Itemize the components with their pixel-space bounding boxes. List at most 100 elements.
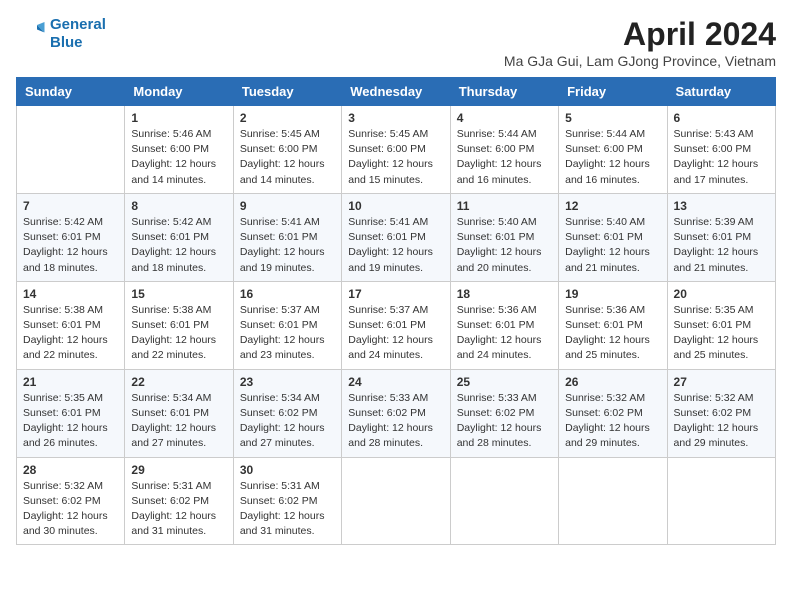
calendar-cell: 2 Sunrise: 5:45 AM Sunset: 6:00 PM Daylig…: [233, 106, 341, 194]
calendar-week-row: 7 Sunrise: 5:42 AM Sunset: 6:01 PM Daylig…: [17, 193, 776, 281]
day-number: 28: [23, 463, 118, 477]
calendar-body: 1 Sunrise: 5:46 AM Sunset: 6:00 PM Daylig…: [17, 106, 776, 545]
day-header-sunday: Sunday: [17, 78, 125, 106]
day-info: Sunrise: 5:32 AM Sunset: 6:02 PM Dayligh…: [674, 391, 769, 452]
day-number: 26: [565, 375, 660, 389]
day-info: Sunrise: 5:39 AM Sunset: 6:01 PM Dayligh…: [674, 215, 769, 276]
day-info: Sunrise: 5:35 AM Sunset: 6:01 PM Dayligh…: [674, 303, 769, 364]
day-header-friday: Friday: [559, 78, 667, 106]
calendar-cell: 22Sunrise: 5:34 AM Sunset: 6:01 PM Dayli…: [125, 369, 233, 457]
day-number: 13: [674, 199, 769, 213]
logo-icon: [16, 19, 46, 49]
day-header-monday: Monday: [125, 78, 233, 106]
day-number: 17: [348, 287, 443, 301]
calendar-week-row: 28 Sunrise: 5:32 AM Sunset: 6:02 PM Dayli…: [17, 457, 776, 545]
day-info: Sunrise: 5:34 AM Sunset: 6:02 PM Dayligh…: [240, 391, 335, 452]
day-number: 21: [23, 375, 118, 389]
day-info: Sunrise: 5:44 AM Sunset: 6:00 PM Dayligh…: [457, 127, 552, 188]
calendar-cell: 30Sunrise: 5:31 AM Sunset: 6:02 PM Dayli…: [233, 457, 341, 545]
day-header-thursday: Thursday: [450, 78, 558, 106]
day-info: Sunrise: 5:37 AM Sunset: 6:01 PM Dayligh…: [240, 303, 335, 364]
day-number: 16: [240, 287, 335, 301]
month-title: April 2024: [504, 16, 776, 53]
calendar-cell: [342, 457, 450, 545]
day-info: Sunrise: 5:33 AM Sunset: 6:02 PM Dayligh…: [457, 391, 552, 452]
logo: General Blue: [16, 16, 106, 52]
calendar-week-row: 1 Sunrise: 5:46 AM Sunset: 6:00 PM Daylig…: [17, 106, 776, 194]
calendar-cell: 26 Sunrise: 5:32 AM Sunset: 6:02 PM Dayli…: [559, 369, 667, 457]
calendar-cell: 18 Sunrise: 5:36 AM Sunset: 6:01 PM Dayli…: [450, 281, 558, 369]
calendar-cell: [450, 457, 558, 545]
day-info: Sunrise: 5:33 AM Sunset: 6:02 PM Dayligh…: [348, 391, 443, 452]
day-info: Sunrise: 5:37 AM Sunset: 6:01 PM Dayligh…: [348, 303, 443, 364]
calendar-cell: 12 Sunrise: 5:40 AM Sunset: 6:01 PM Dayli…: [559, 193, 667, 281]
calendar-cell: 11Sunrise: 5:40 AM Sunset: 6:01 PM Dayli…: [450, 193, 558, 281]
day-header-wednesday: Wednesday: [342, 78, 450, 106]
day-number: 6: [674, 111, 769, 125]
calendar-cell: 4Sunrise: 5:44 AM Sunset: 6:00 PM Daylig…: [450, 106, 558, 194]
calendar-cell: 3Sunrise: 5:45 AM Sunset: 6:00 PM Daylig…: [342, 106, 450, 194]
calendar-cell: 16 Sunrise: 5:37 AM Sunset: 6:01 PM Dayli…: [233, 281, 341, 369]
day-number: 12: [565, 199, 660, 213]
calendar-week-row: 21Sunrise: 5:35 AM Sunset: 6:01 PM Dayli…: [17, 369, 776, 457]
day-number: 20: [674, 287, 769, 301]
calendar-cell: 15Sunrise: 5:38 AM Sunset: 6:01 PM Dayli…: [125, 281, 233, 369]
day-info: Sunrise: 5:38 AM Sunset: 6:01 PM Dayligh…: [131, 303, 226, 364]
day-number: 1: [131, 111, 226, 125]
day-number: 24: [348, 375, 443, 389]
day-number: 23: [240, 375, 335, 389]
day-info: Sunrise: 5:45 AM Sunset: 6:00 PM Dayligh…: [240, 127, 335, 188]
day-info: Sunrise: 5:36 AM Sunset: 6:01 PM Dayligh…: [457, 303, 552, 364]
day-info: Sunrise: 5:34 AM Sunset: 6:01 PM Dayligh…: [131, 391, 226, 452]
day-number: 7: [23, 199, 118, 213]
calendar-cell: 17 Sunrise: 5:37 AM Sunset: 6:01 PM Dayli…: [342, 281, 450, 369]
day-header-tuesday: Tuesday: [233, 78, 341, 106]
calendar-cell: 6 Sunrise: 5:43 AM Sunset: 6:00 PM Daylig…: [667, 106, 775, 194]
calendar-week-row: 14 Sunrise: 5:38 AM Sunset: 6:01 PM Dayli…: [17, 281, 776, 369]
calendar-header-row: SundayMondayTuesdayWednesdayThursdayFrid…: [17, 78, 776, 106]
calendar-cell: 13 Sunrise: 5:39 AM Sunset: 6:01 PM Dayli…: [667, 193, 775, 281]
day-info: Sunrise: 5:46 AM Sunset: 6:00 PM Dayligh…: [131, 127, 226, 188]
day-info: Sunrise: 5:43 AM Sunset: 6:00 PM Dayligh…: [674, 127, 769, 188]
day-info: Sunrise: 5:41 AM Sunset: 6:01 PM Dayligh…: [348, 215, 443, 276]
page-header: General Blue April 2024 Ma GJa Gui, Lam …: [16, 16, 776, 69]
day-info: Sunrise: 5:45 AM Sunset: 6:00 PM Dayligh…: [348, 127, 443, 188]
day-number: 29: [131, 463, 226, 477]
calendar-cell: 29Sunrise: 5:31 AM Sunset: 6:02 PM Dayli…: [125, 457, 233, 545]
day-info: Sunrise: 5:36 AM Sunset: 6:01 PM Dayligh…: [565, 303, 660, 364]
day-number: 18: [457, 287, 552, 301]
day-number: 25: [457, 375, 552, 389]
calendar-cell: 5Sunrise: 5:44 AM Sunset: 6:00 PM Daylig…: [559, 106, 667, 194]
day-info: Sunrise: 5:42 AM Sunset: 6:01 PM Dayligh…: [131, 215, 226, 276]
calendar-cell: 20 Sunrise: 5:35 AM Sunset: 6:01 PM Dayli…: [667, 281, 775, 369]
calendar-cell: [667, 457, 775, 545]
logo-text: General Blue: [50, 16, 106, 52]
title-block: April 2024 Ma GJa Gui, Lam GJong Provinc…: [504, 16, 776, 69]
calendar-cell: 8 Sunrise: 5:42 AM Sunset: 6:01 PM Daylig…: [125, 193, 233, 281]
calendar-cell: 23 Sunrise: 5:34 AM Sunset: 6:02 PM Dayli…: [233, 369, 341, 457]
day-number: 9: [240, 199, 335, 213]
calendar-cell: [17, 106, 125, 194]
calendar-cell: 25 Sunrise: 5:33 AM Sunset: 6:02 PM Dayli…: [450, 369, 558, 457]
day-number: 14: [23, 287, 118, 301]
day-info: Sunrise: 5:38 AM Sunset: 6:01 PM Dayligh…: [23, 303, 118, 364]
calendar-cell: 21Sunrise: 5:35 AM Sunset: 6:01 PM Dayli…: [17, 369, 125, 457]
day-number: 27: [674, 375, 769, 389]
day-info: Sunrise: 5:40 AM Sunset: 6:01 PM Dayligh…: [565, 215, 660, 276]
day-number: 2: [240, 111, 335, 125]
calendar-cell: 27 Sunrise: 5:32 AM Sunset: 6:02 PM Dayli…: [667, 369, 775, 457]
day-info: Sunrise: 5:32 AM Sunset: 6:02 PM Dayligh…: [23, 479, 118, 540]
calendar-cell: 7Sunrise: 5:42 AM Sunset: 6:01 PM Daylig…: [17, 193, 125, 281]
calendar-cell: 9Sunrise: 5:41 AM Sunset: 6:01 PM Daylig…: [233, 193, 341, 281]
calendar-cell: 19Sunrise: 5:36 AM Sunset: 6:01 PM Dayli…: [559, 281, 667, 369]
day-number: 8: [131, 199, 226, 213]
location-title: Ma GJa Gui, Lam GJong Province, Vietnam: [504, 53, 776, 69]
calendar-cell: 10Sunrise: 5:41 AM Sunset: 6:01 PM Dayli…: [342, 193, 450, 281]
day-info: Sunrise: 5:32 AM Sunset: 6:02 PM Dayligh…: [565, 391, 660, 452]
day-number: 11: [457, 199, 552, 213]
day-number: 5: [565, 111, 660, 125]
day-info: Sunrise: 5:31 AM Sunset: 6:02 PM Dayligh…: [240, 479, 335, 540]
calendar-cell: [559, 457, 667, 545]
calendar-table: SundayMondayTuesdayWednesdayThursdayFrid…: [16, 77, 776, 545]
calendar-cell: 28 Sunrise: 5:32 AM Sunset: 6:02 PM Dayli…: [17, 457, 125, 545]
